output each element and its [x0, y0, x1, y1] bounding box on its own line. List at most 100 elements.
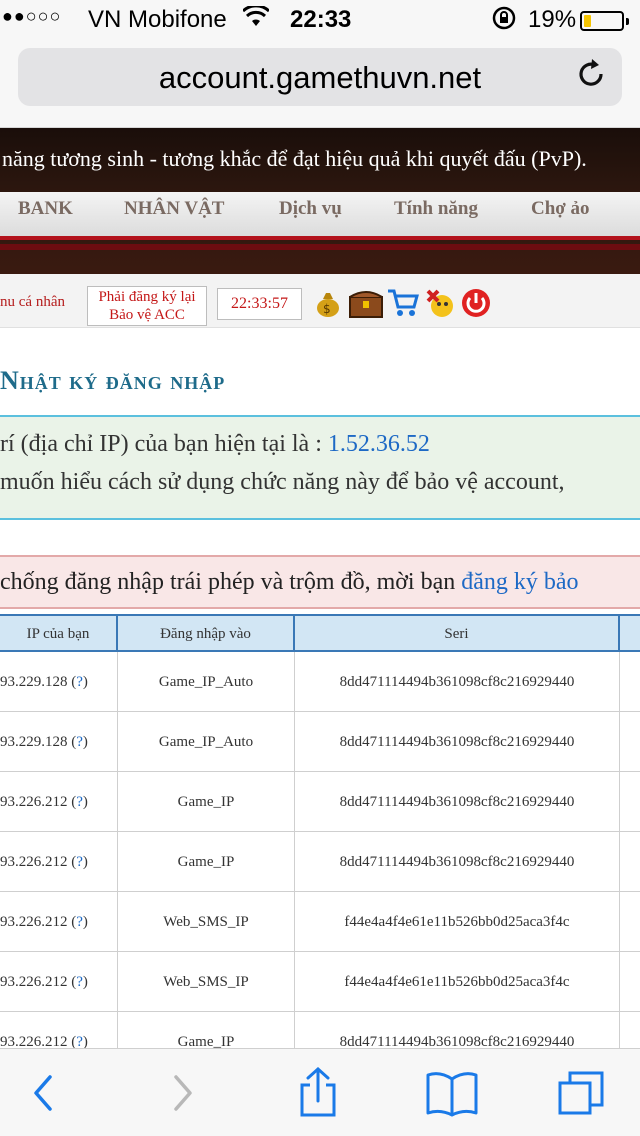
cell-ip: 93.226.212 (?): [0, 772, 118, 832]
ip-help-link[interactable]: ?: [76, 974, 83, 990]
cell-login-to: Web_SMS_IP: [118, 892, 295, 952]
reload-icon[interactable]: [574, 57, 608, 91]
clock-time: 22:33: [290, 6, 352, 33]
header-extra: [620, 616, 640, 652]
re-register-warning[interactable]: Phải đăng ký lại Bảo vệ ACC: [87, 286, 207, 326]
battery-icon: [580, 11, 629, 31]
register-protection-link[interactable]: đăng ký bảo: [461, 569, 578, 595]
nav-dich-vu[interactable]: Dịch vụ: [279, 198, 342, 220]
ip-help-link[interactable]: ?: [76, 794, 83, 810]
cell-seri: f44e4a4f4e61e11b526bb0d25aca3f4c: [295, 952, 620, 1012]
ip-value: 93.229.128: [0, 674, 68, 690]
marquee-text: năng tương sinh - tương khắc để đạt hiệu…: [2, 146, 587, 171]
cell-extra: [620, 772, 640, 832]
battery-nub: [626, 18, 629, 25]
header-login-to: Đăng nhập vào: [118, 616, 295, 652]
ip-value: 93.226.212: [0, 854, 68, 870]
share-icon[interactable]: [290, 1067, 346, 1119]
cell-seri: 8dd471114494b361098cf8c216929440: [295, 712, 620, 772]
power-icon[interactable]: [460, 287, 492, 319]
ip-value: 93.226.212: [0, 1034, 68, 1048]
cell-ip: 93.229.128 (?): [0, 652, 118, 712]
cell-seri: 8dd471114494b361098cf8c216929440: [295, 772, 620, 832]
main-nav: BANK NHÂN VẬT Dịch vụ Tính năng Chợ ảo: [0, 192, 640, 240]
tabs-icon[interactable]: [556, 1067, 612, 1119]
user-toolbar: nu cá nhân Phải đăng ký lại Bảo vệ ACC 2…: [0, 274, 640, 328]
nav-nhan-vat[interactable]: NHÂN VẬT: [124, 198, 224, 220]
table-header: IP của bạn Đăng nhập vào Seri: [0, 614, 640, 652]
header-ip: IP của bạn: [0, 616, 118, 652]
ip-info-line: rí (địa chỉ IP) của bạn hiện tại là : 1.…: [0, 431, 430, 458]
carrier-name: VN Mobifone: [88, 6, 227, 33]
address-bar[interactable]: account.gamethuvn.net: [18, 48, 622, 106]
ip-help-link[interactable]: ?: [76, 734, 83, 750]
cell-login-to: Web_SMS_IP: [118, 952, 295, 1012]
personal-menu-link[interactable]: nu cá nhân: [0, 294, 65, 311]
ip-value: 93.226.212: [0, 914, 68, 930]
table-row: 93.229.128 (?) Game_IP_Auto 8dd471114494b3…: [0, 712, 640, 772]
current-ip: 1.52.36.52: [327, 431, 430, 457]
cell-login-to: Game_IP: [118, 772, 295, 832]
info-line-2: muốn hiểu cách sử dụng chức năng này để …: [0, 469, 565, 495]
cell-extra: [620, 952, 640, 1012]
header-seri: Seri: [295, 616, 620, 652]
svg-text:$: $: [323, 302, 331, 316]
forward-icon[interactable]: [156, 1067, 212, 1119]
table-row: 93.226.212 (?) Game_IP 8dd471114494b361098…: [0, 1012, 640, 1048]
nav-bank[interactable]: BANK: [18, 198, 73, 220]
cell-ip: 93.226.212 (?): [0, 892, 118, 952]
battery-percent: 19%: [528, 6, 577, 33]
wifi-icon: [241, 4, 271, 34]
login-log-table: IP của bạn Đăng nhập vào Seri 93.229.128…: [0, 614, 640, 1048]
cell-ip: 93.229.128 (?): [0, 712, 118, 772]
table-row: 93.229.128 (?) Game_IP_Auto 8dd471114494b3…: [0, 652, 640, 712]
battery-fill: [584, 15, 591, 27]
cell-extra: [620, 1012, 640, 1048]
nav-cho-ao[interactable]: Chợ ảo: [531, 198, 590, 220]
ip-value: 93.229.128: [0, 734, 68, 750]
bookmarks-icon[interactable]: [424, 1067, 480, 1119]
server-clock: 22:33:57: [217, 288, 302, 320]
cell-login-to: Game_IP: [118, 1012, 295, 1048]
cell-seri: 8dd471114494b361098cf8c216929440: [295, 652, 620, 712]
warning-line-2: Bảo vệ ACC: [109, 307, 185, 323]
ip-help-link[interactable]: ?: [76, 914, 83, 930]
cell-extra: [620, 892, 640, 952]
url-text[interactable]: account.gamethuvn.net: [18, 60, 622, 96]
signal-dots: ●●○○○: [2, 6, 62, 26]
browser-address-area: account.gamethuvn.net: [0, 40, 640, 128]
cell-login-to: Game_IP: [118, 832, 295, 892]
banner-divider: [0, 244, 640, 250]
cell-ip: 93.226.212 (?): [0, 832, 118, 892]
protection-warning-text: chống đăng nhập trái phép và trộm đồ, mờ…: [0, 569, 579, 596]
back-icon[interactable]: [16, 1067, 72, 1119]
table-row: 93.226.212 (?) Web_SMS_IP f44e4a4f4e61e11b…: [0, 952, 640, 1012]
browser-bottom-toolbar: [0, 1048, 640, 1136]
warning-line-1: Phải đăng ký lại: [98, 289, 196, 305]
cell-login-to: Game_IP_Auto: [118, 712, 295, 772]
game-banner: năng tương sinh - tương khắc để đạt hiệu…: [0, 128, 640, 274]
cart-icon[interactable]: [386, 287, 419, 319]
money-bag-icon[interactable]: $: [312, 287, 344, 319]
table-row: 93.226.212 (?) Game_IP 8dd471114494b361098…: [0, 832, 640, 892]
treasure-chest-icon[interactable]: [348, 287, 383, 319]
nav-tinh-nang[interactable]: Tính năng: [394, 198, 478, 220]
cell-extra: [620, 712, 640, 772]
cell-ip: 93.226.212 (?): [0, 1012, 118, 1048]
cell-seri: 8dd471114494b361098cf8c216929440: [295, 1012, 620, 1048]
ip-value: 93.226.212: [0, 794, 68, 810]
ip-help-link[interactable]: ?: [76, 854, 83, 870]
rotation-lock-icon: [492, 6, 516, 36]
status-bar: ●●○○○ VN Mobifone 22:33 19%: [0, 0, 640, 40]
ip-help-link[interactable]: ?: [76, 1034, 83, 1048]
cell-extra: [620, 652, 640, 712]
ip-help-link[interactable]: ?: [76, 674, 83, 690]
cell-seri: f44e4a4f4e61e11b526bb0d25aca3f4c: [295, 892, 620, 952]
cell-seri: 8dd471114494b361098cf8c216929440: [295, 832, 620, 892]
gift-icon[interactable]: [424, 287, 456, 319]
ip-info-box: rí (địa chỉ IP) của bạn hiện tại là : 1.…: [0, 415, 640, 520]
ip-info-prefix: rí (địa chỉ IP) của bạn hiện tại là :: [0, 431, 328, 457]
cell-extra: [620, 832, 640, 892]
table-row: 93.226.212 (?) Game_IP 8dd471114494b361098…: [0, 772, 640, 832]
warning-text: chống đăng nhập trái phép và trộm đồ, mờ…: [0, 569, 462, 595]
